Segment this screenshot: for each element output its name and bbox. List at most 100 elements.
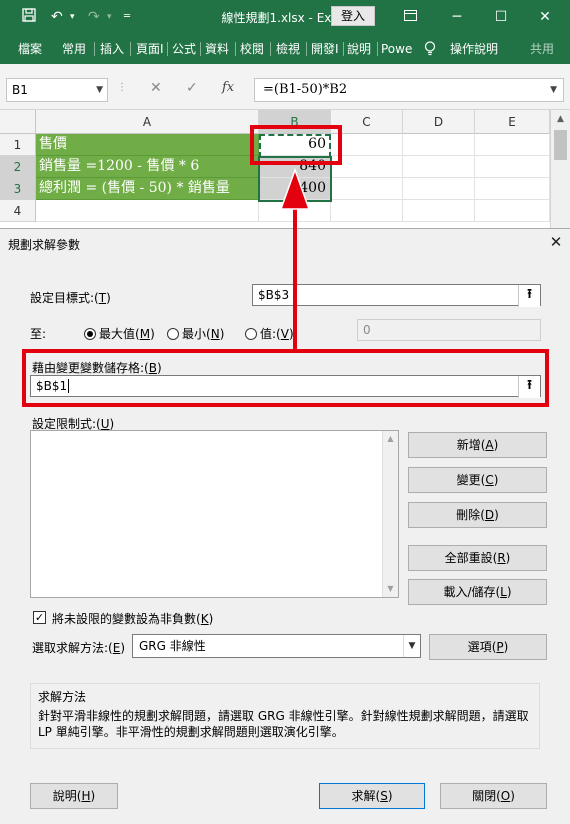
lightbulb-icon[interactable] xyxy=(424,41,436,60)
tab-power-pivot[interactable]: Powe xyxy=(381,41,412,57)
scroll-down-icon[interactable]: ▼ xyxy=(383,581,398,597)
vertical-scrollbar[interactable]: ▲ xyxy=(550,110,570,228)
objective-value: $B$3 xyxy=(258,288,290,302)
chevron-down-icon[interactable]: ▼ xyxy=(403,635,420,657)
formula-input[interactable]: =(B1-50)*B2 ▼ xyxy=(254,78,564,102)
tab-review[interactable]: 校閱 xyxy=(240,41,264,57)
cell-d4[interactable] xyxy=(403,200,475,222)
constraints-list[interactable]: ▲ ▼ xyxy=(30,430,399,598)
ribbon-tabs: 檔案 常用 插入 頁面I 公式 資料 校閱 檢視 開發I 說明 Powe 操作說… xyxy=(0,34,570,64)
radio-max[interactable]: 最大值(M) xyxy=(84,325,155,342)
annotation-box-changing-cells xyxy=(22,349,549,407)
row-header-3[interactable]: 3 xyxy=(0,178,36,200)
customize-toolbar-icon[interactable]: ═ xyxy=(124,8,130,26)
tab-developer[interactable]: 開發I xyxy=(311,41,339,57)
cell-a3[interactable]: 總利潤 = (售價 - 50) * 銷售量 xyxy=(36,178,259,200)
nonnegative-checkbox[interactable]: ✓ xyxy=(33,611,46,624)
help-button[interactable]: 說明(H) xyxy=(30,783,118,809)
row-header-2[interactable]: 2 xyxy=(0,156,36,178)
cancel-icon[interactable]: ✕ xyxy=(150,80,162,96)
redo-dropdown-icon[interactable]: ▾ xyxy=(107,8,112,26)
cell-e2[interactable] xyxy=(475,156,550,178)
cell-c3[interactable] xyxy=(331,178,403,200)
cell-b4[interactable] xyxy=(259,200,331,222)
cell-d2[interactable] xyxy=(403,156,475,178)
ribbon-display-options-icon[interactable] xyxy=(398,6,422,28)
dialog-title: 規劃求解參數 xyxy=(8,238,81,252)
add-button[interactable]: 新增(A) xyxy=(408,432,547,458)
tab-home[interactable]: 常用 xyxy=(62,41,86,57)
title-bar: ↶ ▾ ↷ ▾ ═ 線性規劃1.xlsx - Excel 登入 ─ ☐ ✕ xyxy=(0,0,570,34)
solve-button[interactable]: 求解(S) xyxy=(319,783,425,809)
constraints-scrollbar[interactable]: ▲ ▼ xyxy=(382,431,398,597)
scrollbar-thumb[interactable] xyxy=(554,130,567,160)
group-title: 求解方法 xyxy=(38,690,87,704)
radio-dot xyxy=(245,328,257,340)
solving-method-value: GRG 非線性 xyxy=(139,639,206,653)
row-header-4[interactable]: 4 xyxy=(0,200,36,222)
undo-dropdown-icon[interactable]: ▾ xyxy=(70,8,75,26)
annotation-box-cell-b1 xyxy=(250,125,342,165)
close-icon[interactable]: ✕ xyxy=(546,232,566,252)
signin-button[interactable]: 登入 xyxy=(331,6,375,26)
expand-formula-bar-icon[interactable]: ▼ xyxy=(550,79,557,101)
column-header-d[interactable]: D xyxy=(403,110,475,134)
objective-input[interactable]: $B$3 ⭱ xyxy=(252,284,541,307)
solver-dialog: 規劃求解參數 ✕ 設定目標式:(T) $B$3 ⭱ 至: 最大值(M) 最小(N… xyxy=(0,228,570,824)
enter-icon[interactable]: ✓ xyxy=(186,80,198,96)
change-button[interactable]: 變更(C) xyxy=(408,467,547,493)
tab-data[interactable]: 資料 xyxy=(205,41,229,57)
delete-button[interactable]: 刪除(D) xyxy=(408,502,547,528)
collapse-dialog-icon[interactable]: ⭱ xyxy=(518,285,540,307)
column-header-e[interactable]: E xyxy=(475,110,550,134)
options-button[interactable]: 選項(P) xyxy=(429,634,547,660)
save-icon[interactable] xyxy=(22,8,36,27)
scroll-up-icon[interactable]: ▲ xyxy=(383,431,398,447)
tab-formulas[interactable]: 公式 xyxy=(172,41,196,57)
cell-e4[interactable] xyxy=(475,200,550,222)
close-button[interactable]: 關閉(O) xyxy=(440,783,547,809)
name-box-value: B1 xyxy=(12,83,28,97)
insert-function-icon[interactable]: fx xyxy=(222,80,234,95)
cell-e3[interactable] xyxy=(475,178,550,200)
cell-a4[interactable] xyxy=(36,200,259,222)
cell-a1[interactable]: 售價 xyxy=(36,134,259,156)
cell-e1[interactable] xyxy=(475,134,550,156)
minimize-icon[interactable]: ─ xyxy=(445,6,469,28)
solving-method-select[interactable]: GRG 非線性 ▼ xyxy=(132,634,421,658)
close-window-icon[interactable]: ✕ xyxy=(533,6,557,28)
solving-method-description: 針對平滑非線性的規劃求解問題，請選取 GRG 非線性引擎。針對線性規劃求解問題，… xyxy=(38,709,529,739)
drag-handle-icon[interactable]: ⋮ xyxy=(117,82,128,93)
name-box[interactable]: B1 ▼ xyxy=(6,78,108,102)
to-label: 至: xyxy=(30,327,47,341)
cell-d1[interactable] xyxy=(403,134,475,156)
load-save-button[interactable]: 載入/儲存(L) xyxy=(408,579,547,605)
row-header-1[interactable]: 1 xyxy=(0,134,36,156)
tab-help[interactable]: 說明 xyxy=(347,41,371,57)
radio-min[interactable]: 最小(N) xyxy=(167,325,224,342)
scroll-up-icon[interactable]: ▲ xyxy=(551,110,570,128)
tab-view[interactable]: 檢視 xyxy=(276,41,300,57)
undo-icon[interactable]: ↶ xyxy=(51,8,63,26)
formula-text: =(B1-50)*B2 xyxy=(263,82,348,97)
objective-label: 設定目標式:(T) xyxy=(30,291,111,305)
redo-icon[interactable]: ↷ xyxy=(88,8,100,26)
chevron-down-icon[interactable]: ▼ xyxy=(96,79,103,101)
window-title: 線性規劃1.xlsx - Excel xyxy=(221,11,349,25)
value-of-input[interactable]: 0 xyxy=(357,319,541,341)
tab-page-layout[interactable]: 頁面I xyxy=(136,41,164,57)
tell-me-search[interactable]: 操作說明 xyxy=(450,41,498,57)
nonnegative-label: 將未設限的變數設為非負數(K) xyxy=(52,612,214,626)
cell-d3[interactable] xyxy=(403,178,475,200)
share-button[interactable]: 共用 xyxy=(530,41,554,57)
radio-dot xyxy=(167,328,179,340)
tab-file[interactable]: 檔案 xyxy=(18,41,42,57)
reset-all-button[interactable]: 全部重設(R) xyxy=(408,545,547,571)
tab-insert[interactable]: 插入 xyxy=(100,41,124,57)
radio-value-of[interactable]: 值:(V) xyxy=(245,325,294,342)
cell-c4[interactable] xyxy=(331,200,403,222)
maximize-icon[interactable]: ☐ xyxy=(489,6,513,28)
cell-a2[interactable]: 銷售量 =1200 - 售價 * 6 xyxy=(36,156,259,178)
select-all-corner[interactable] xyxy=(0,110,36,134)
column-header-a[interactable]: A xyxy=(36,110,259,134)
